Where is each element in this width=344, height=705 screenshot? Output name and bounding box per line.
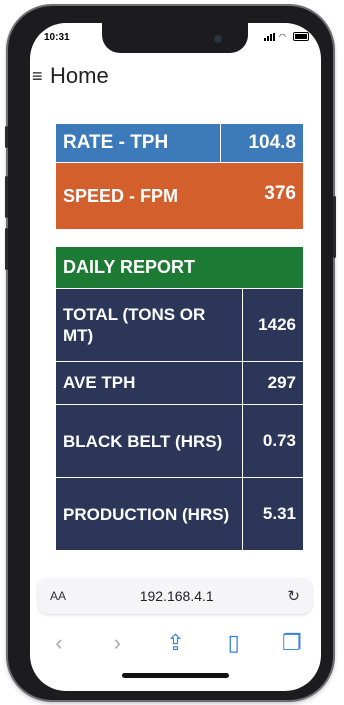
page-title: Home xyxy=(50,63,109,88)
power-button xyxy=(333,196,336,258)
daily-report-table: DAILY REPORT TOTAL (TONS OR MT) 1426 AVE… xyxy=(55,246,304,551)
table-row: PRODUCTION (HRS) 5.31 xyxy=(55,477,304,551)
rate-value: 104.8 xyxy=(220,123,304,163)
daily-report-header-row: DAILY REPORT xyxy=(55,246,304,289)
battery-icon xyxy=(293,32,309,41)
tabs-icon[interactable]: ❐ xyxy=(277,630,307,656)
mute-switch xyxy=(5,126,8,148)
share-icon[interactable]: ⇪ xyxy=(160,630,190,656)
row-value-production: 5.31 xyxy=(242,477,304,551)
row-label-production: PRODUCTION (HRS) xyxy=(55,477,243,551)
speed-cell: SPEED - FPM 376 xyxy=(55,162,304,230)
home-indicator[interactable] xyxy=(122,673,229,678)
text-size-button[interactable]: AA xyxy=(50,589,66,603)
rate-row: RATE - TPH 104.8 xyxy=(55,123,304,163)
row-value-black-belt: 0.73 xyxy=(242,404,304,478)
daily-report-title: DAILY REPORT xyxy=(55,246,304,289)
url-text[interactable]: 192.168.4.1 xyxy=(140,588,214,604)
rate-speed-table: RATE - TPH 104.8 SPEED - FPM 376 xyxy=(55,123,304,230)
status-icons: ◠ xyxy=(264,32,309,41)
volume-up-button xyxy=(5,176,8,218)
wifi-icon: ◠ xyxy=(279,31,286,41)
address-bar[interactable]: AA 192.168.4.1 ↻ xyxy=(38,578,312,614)
screen: 10:31 ◠ ≡ Home RATE - TPH 104.8 SPEED - … xyxy=(30,23,321,691)
bookmarks-icon[interactable]: ▯ xyxy=(219,630,249,656)
forward-icon[interactable]: › xyxy=(102,630,132,656)
row-value-total: 1426 xyxy=(242,288,304,362)
notch xyxy=(102,23,248,53)
row-value-ave-tph: 297 xyxy=(242,361,304,405)
status-time: 10:31 xyxy=(44,32,70,43)
row-label-ave-tph: AVE TPH xyxy=(55,361,243,405)
page-header: ≡ Home xyxy=(32,63,109,89)
volume-down-button xyxy=(5,228,8,270)
hamburger-menu-icon[interactable]: ≡ xyxy=(32,67,48,85)
speed-value: 376 xyxy=(264,183,296,204)
reload-icon[interactable]: ↻ xyxy=(287,587,300,605)
speed-row: SPEED - FPM 376 xyxy=(55,162,304,230)
table-row: AVE TPH 297 xyxy=(55,361,304,405)
table-row: BLACK BELT (HRS) 0.73 xyxy=(55,404,304,478)
back-icon[interactable]: ‹ xyxy=(44,630,74,656)
phone-frame: 10:31 ◠ ≡ Home RATE - TPH 104.8 SPEED - … xyxy=(5,6,336,700)
camera-icon xyxy=(214,35,222,43)
speed-label: SPEED - FPM xyxy=(63,186,179,206)
rate-label: RATE - TPH xyxy=(55,123,221,163)
signal-icon xyxy=(264,32,275,41)
row-label-total: TOTAL (TONS OR MT) xyxy=(55,288,243,362)
browser-toolbar: ‹ › ⇪ ▯ ❐ xyxy=(30,623,321,663)
table-row: TOTAL (TONS OR MT) 1426 xyxy=(55,288,304,362)
row-label-black-belt: BLACK BELT (HRS) xyxy=(55,404,243,478)
